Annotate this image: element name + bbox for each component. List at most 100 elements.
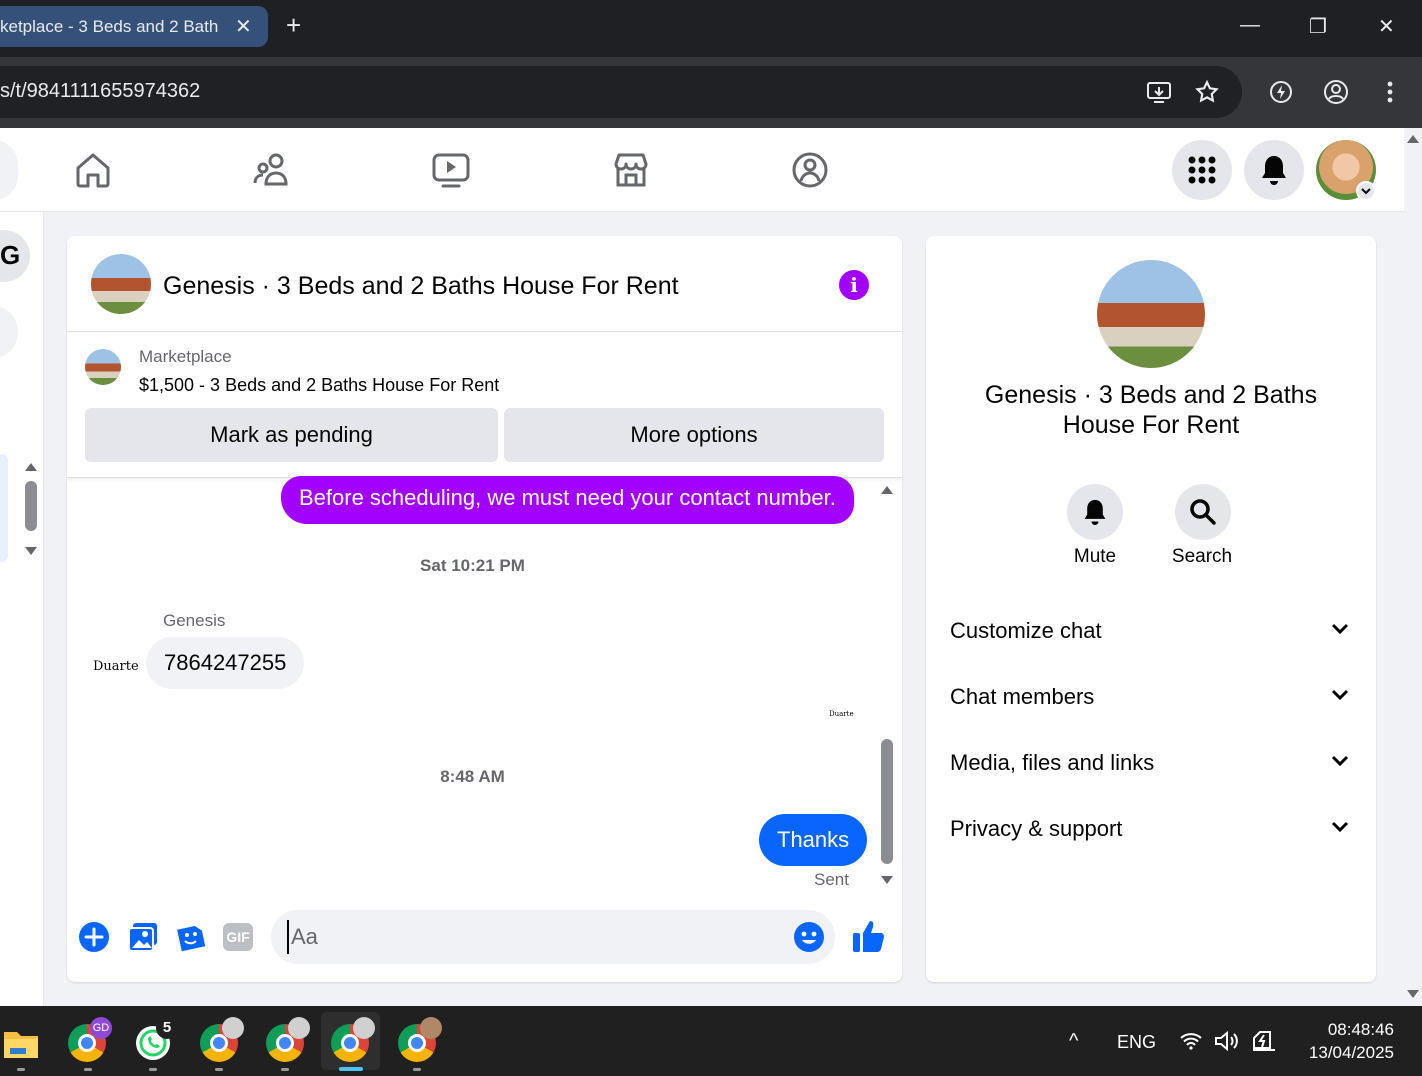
browser-menu-icon[interactable] bbox=[1380, 79, 1400, 105]
info-icon[interactable]: i bbox=[839, 270, 869, 300]
gif-button[interactable]: GIF bbox=[223, 923, 253, 951]
conversation-name: Genesis · 3 Beds and 2 Baths House For R… bbox=[984, 381, 1318, 439]
file-explorer-app[interactable] bbox=[2, 1024, 40, 1062]
search-label: Search bbox=[1171, 546, 1233, 567]
message-thread: Before scheduling, we must need your con… bbox=[67, 476, 902, 898]
app-indicator bbox=[281, 1068, 289, 1071]
input-language[interactable]: ENG bbox=[1117, 1032, 1156, 1053]
chevron-down-icon bbox=[1331, 755, 1349, 767]
profile-badge bbox=[288, 1017, 310, 1039]
sidebar-selected-indicator bbox=[0, 454, 8, 562]
read-receipt-avatar: Duarte bbox=[829, 710, 854, 718]
listing-title[interactable]: $1,500 - 3 Beds and 2 Baths House For Re… bbox=[139, 375, 499, 396]
system-clock[interactable]: 08:48:46 13/04/2025 bbox=[1296, 1018, 1394, 1064]
notifications-bell-icon bbox=[1262, 156, 1286, 185]
new-tab-button[interactable]: + bbox=[286, 12, 301, 38]
more-options-button[interactable]: More options bbox=[504, 408, 884, 462]
menu-grid-button[interactable] bbox=[1172, 140, 1232, 200]
close-window-button[interactable]: ✕ bbox=[1378, 14, 1395, 39]
browser-toolbar: s/t/9841111655974362 bbox=[0, 57, 1422, 128]
sidebar-item[interactable] bbox=[0, 306, 18, 358]
battery-charging-icon[interactable] bbox=[1251, 1030, 1277, 1052]
tray-overflow-chevron-icon[interactable]: ^ bbox=[1069, 1030, 1078, 1053]
row-label: Privacy & support bbox=[950, 816, 1123, 841]
mark-as-pending-button[interactable]: Mark as pending bbox=[85, 408, 498, 462]
app-indicator bbox=[413, 1068, 421, 1071]
mute-button[interactable] bbox=[1067, 484, 1123, 540]
facebook-top-nav bbox=[0, 128, 1404, 212]
thumbs-up-icon[interactable] bbox=[852, 918, 886, 954]
emoji-icon[interactable] bbox=[793, 921, 825, 953]
message-input-box[interactable] bbox=[271, 910, 835, 964]
bell-icon bbox=[1084, 499, 1106, 525]
sender-name: Genesis bbox=[163, 611, 226, 630]
sent-message-bubble[interactable]: Before scheduling, we must need your con… bbox=[281, 476, 854, 524]
notifications-button[interactable] bbox=[1244, 140, 1304, 200]
sticker-icon[interactable] bbox=[175, 921, 207, 953]
marketplace-icon[interactable] bbox=[611, 150, 651, 190]
scroll-down-arrow-icon[interactable] bbox=[880, 875, 894, 885]
scroll-down-arrow-icon[interactable] bbox=[1406, 989, 1420, 999]
tab-title: ketplace - 3 Beds and 2 Bath bbox=[0, 17, 219, 36]
tab-close-icon[interactable]: ✕ bbox=[235, 14, 252, 39]
clock-time: 08:48:46 bbox=[1327, 1020, 1394, 1039]
chat-list-sidebar: G bbox=[0, 212, 44, 1006]
chevron-down-icon bbox=[1331, 821, 1349, 833]
groups-icon[interactable] bbox=[790, 150, 830, 190]
performance-icon[interactable] bbox=[1268, 79, 1294, 105]
friends-icon[interactable] bbox=[252, 150, 292, 190]
received-message-bubble[interactable]: 7864247255 bbox=[146, 637, 305, 689]
sidebar-scrollbar-thumb[interactable] bbox=[25, 481, 37, 531]
install-app-icon[interactable] bbox=[1146, 79, 1172, 105]
conversation-avatar[interactable] bbox=[1097, 260, 1205, 368]
bookmark-star-icon[interactable] bbox=[1194, 79, 1220, 105]
active-app-indicator bbox=[339, 1067, 363, 1071]
customize-chat-row[interactable]: Customize chat bbox=[926, 600, 1376, 660]
sent-message-bubble[interactable]: Thanks bbox=[759, 814, 868, 866]
chevron-down-icon bbox=[1331, 689, 1349, 701]
photo-icon[interactable] bbox=[127, 921, 159, 953]
sender-avatar[interactable]: Duarte bbox=[93, 659, 139, 674]
chat-avatar[interactable] bbox=[91, 254, 151, 314]
message-input[interactable] bbox=[287, 920, 767, 954]
marketplace-label: Marketplace bbox=[139, 347, 232, 366]
windows-taskbar: GD 5 ^ ENG 08:48:46 13/04/2025 bbox=[0, 1006, 1422, 1076]
video-icon[interactable] bbox=[431, 150, 471, 190]
profile-badge bbox=[353, 1017, 375, 1039]
scroll-down-arrow-icon[interactable] bbox=[24, 546, 38, 556]
profile-badge bbox=[420, 1017, 442, 1039]
minimize-button[interactable]: — bbox=[1240, 14, 1260, 37]
sidebar-avatar[interactable]: G bbox=[0, 230, 30, 282]
app-indicator bbox=[149, 1068, 157, 1071]
listing-thumbnail[interactable] bbox=[85, 349, 121, 385]
media-files-links-row[interactable]: Media, files and links bbox=[926, 732, 1376, 792]
url-text: s/t/9841111655974362 bbox=[0, 80, 201, 102]
browser-tab[interactable]: ketplace - 3 Beds and 2 Bath ✕ bbox=[0, 6, 268, 47]
home-icon[interactable] bbox=[73, 150, 113, 190]
volume-icon[interactable] bbox=[1214, 1030, 1242, 1052]
chat-members-row[interactable]: Chat members bbox=[926, 666, 1376, 726]
address-bar[interactable]: s/t/9841111655974362 bbox=[0, 66, 1242, 118]
scroll-up-arrow-icon[interactable] bbox=[24, 462, 38, 472]
app-indicator bbox=[215, 1068, 223, 1071]
message-composer: GIF bbox=[67, 898, 902, 982]
plus-icon[interactable] bbox=[78, 921, 110, 953]
privacy-support-row[interactable]: Privacy & support bbox=[926, 798, 1376, 858]
message-status: Sent bbox=[814, 870, 849, 889]
search-in-conversation-button[interactable] bbox=[1175, 484, 1231, 540]
thread-scrollbar-thumb[interactable] bbox=[881, 739, 893, 864]
notification-count-badge: 5 bbox=[156, 1017, 178, 1039]
chat-title[interactable]: Genesis · 3 Beds and 2 Baths House For R… bbox=[163, 272, 679, 301]
scroll-up-arrow-icon[interactable] bbox=[880, 485, 894, 495]
message-timestamp: Sat 10:21 PM bbox=[420, 556, 525, 575]
search-pill[interactable] bbox=[0, 140, 18, 200]
maximize-button[interactable]: ❐ bbox=[1309, 14, 1327, 39]
account-chevron-button[interactable] bbox=[1356, 181, 1376, 201]
profile-badge: GD bbox=[90, 1017, 112, 1039]
wifi-icon[interactable] bbox=[1179, 1031, 1203, 1051]
scroll-up-arrow-icon[interactable] bbox=[1406, 134, 1420, 144]
menu-grid-icon bbox=[1188, 156, 1216, 184]
profile-icon[interactable] bbox=[1323, 79, 1349, 105]
sidebar-avatar-glyph: G bbox=[0, 240, 21, 270]
page-scrollbar[interactable] bbox=[1404, 128, 1422, 1006]
